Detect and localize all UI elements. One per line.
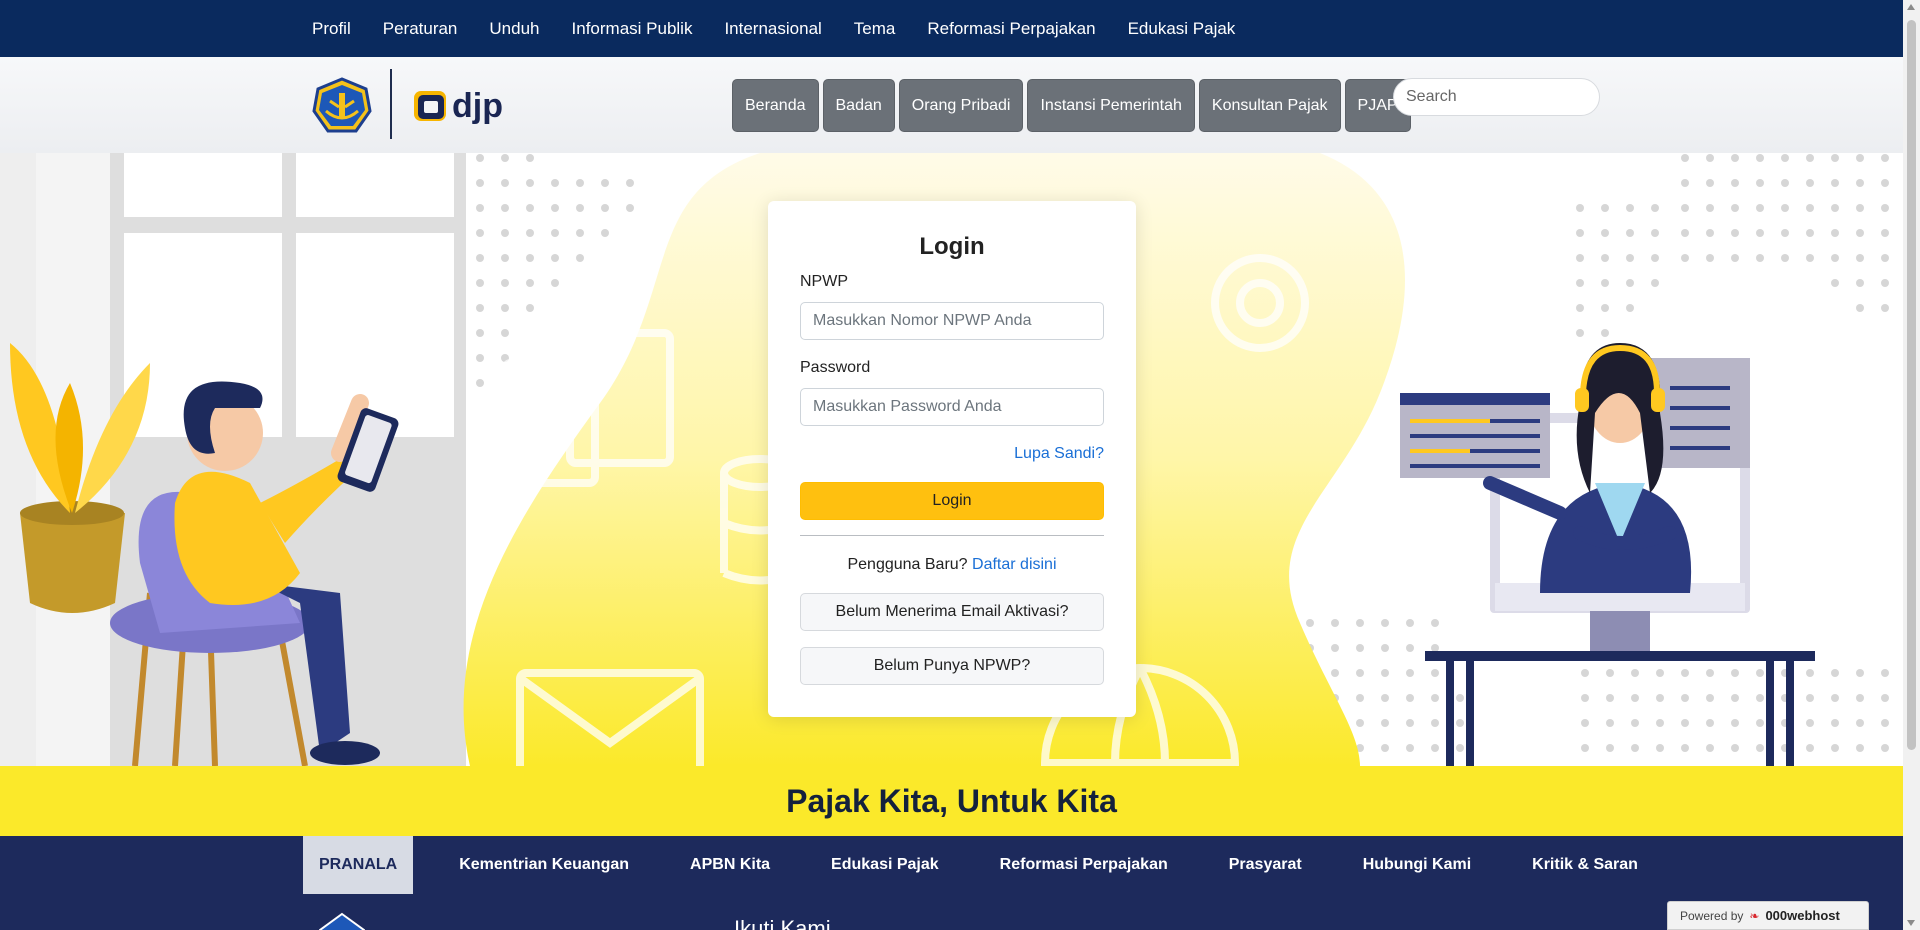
- top-nav-profil[interactable]: Profil: [312, 19, 351, 39]
- top-nav-informasi-publik[interactable]: Informasi Publik: [572, 19, 693, 39]
- powered-by-brand: 000webhost: [1765, 908, 1840, 923]
- new-user-row: Pengguna Baru? Daftar disini: [768, 556, 1136, 574]
- nav-beranda-button[interactable]: Beranda: [732, 79, 819, 132]
- top-navbar: Profil Peraturan Unduh Informasi Publik …: [0, 0, 1903, 57]
- slogan-text: Pajak Kita, Untuk Kita: [786, 782, 1117, 819]
- password-input[interactable]: [800, 388, 1104, 426]
- scrollbar-thumb[interactable]: [1907, 20, 1916, 750]
- npwp-label: NPWP: [800, 273, 848, 290]
- nav-orang-pribadi-button[interactable]: Orang Pribadi: [898, 79, 1024, 132]
- scroll-down-arrow-icon[interactable]: [1907, 920, 1915, 926]
- activation-email-button[interactable]: Belum Menerima Email Aktivasi?: [800, 593, 1104, 631]
- powered-by-text: Powered by: [1680, 908, 1744, 923]
- operator-illustration: [1400, 343, 1815, 766]
- djp-logo-text: djp: [452, 87, 503, 125]
- login-divider: [800, 535, 1104, 536]
- kemenkeu-emblem-icon[interactable]: [312, 77, 372, 137]
- top-nav-peraturan[interactable]: Peraturan: [383, 19, 458, 39]
- npwp-input[interactable]: [800, 302, 1104, 340]
- djp-logo[interactable]: djp: [412, 79, 512, 129]
- login-button[interactable]: Login: [800, 482, 1104, 520]
- page-scrollbar[interactable]: [1903, 0, 1920, 930]
- nav-konsultan-pajak-button[interactable]: Konsultan Pajak: [1198, 79, 1341, 132]
- no-npwp-button[interactable]: Belum Punya NPWP?: [800, 647, 1104, 685]
- footer-pranala-tab[interactable]: PRANALA: [303, 836, 414, 894]
- footer-link-reformasi-perpajakan[interactable]: Reformasi Perpajakan: [1000, 856, 1168, 874]
- register-link[interactable]: Daftar disini: [972, 556, 1056, 573]
- webhost-logo-icon: ❧: [1749, 908, 1760, 923]
- site-header: djp Beranda Badan Orang Pribadi Instansi…: [0, 57, 1903, 153]
- footer-nav: PRANALA Kementrian Keuangan APBN Kita Ed…: [303, 836, 1699, 894]
- footer-link-prasyarat[interactable]: Prasyarat: [1229, 856, 1302, 874]
- top-nav-unduh[interactable]: Unduh: [489, 19, 539, 39]
- footer-emblem-icon: [319, 912, 365, 930]
- footer-link-kritik-saran[interactable]: Kritik & Saran: [1532, 856, 1638, 874]
- top-nav-edukasi-pajak[interactable]: Edukasi Pajak: [1128, 19, 1236, 39]
- header-divider: [390, 69, 392, 139]
- main-nav: Beranda Badan Orang Pribadi Instansi Pem…: [732, 79, 1415, 132]
- footer-link-hubungi-kami[interactable]: Hubungi Kami: [1363, 856, 1471, 874]
- nav-instansi-pemerintah-button[interactable]: Instansi Pemerintah: [1027, 79, 1195, 132]
- login-title: Login: [919, 233, 985, 260]
- slogan-band: Pajak Kita, Untuk Kita: [0, 766, 1903, 836]
- top-nav-list: Profil Peraturan Unduh Informasi Publik …: [312, 0, 1267, 57]
- password-label: Password: [800, 359, 871, 376]
- forgot-password-link[interactable]: Lupa Sandi?: [1014, 445, 1104, 463]
- new-user-text: Pengguna Baru?: [847, 556, 968, 573]
- scroll-up-arrow-icon[interactable]: [1907, 4, 1915, 10]
- search-input[interactable]: [1393, 78, 1600, 116]
- footer-link-edukasi-pajak[interactable]: Edukasi Pajak: [831, 856, 939, 874]
- nav-badan-button[interactable]: Badan: [822, 79, 895, 132]
- powered-by-badge[interactable]: Powered by ❧ 000webhost: [1667, 901, 1869, 930]
- site-footer: PRANALA Kementrian Keuangan APBN Kita Ed…: [0, 836, 1903, 930]
- top-nav-internasional[interactable]: Internasional: [724, 19, 821, 39]
- login-card: Login NPWP Password Lupa Sandi? Login Pe…: [768, 201, 1136, 717]
- footer-link-kementrian-keuangan[interactable]: Kementrian Keuangan: [459, 856, 629, 874]
- footer-link-apbn-kita[interactable]: APBN Kita: [690, 856, 770, 874]
- top-nav-tema[interactable]: Tema: [854, 19, 896, 39]
- top-nav-reformasi-perpajakan[interactable]: Reformasi Perpajakan: [927, 19, 1095, 39]
- follow-us-heading: Ikuti Kami: [734, 916, 831, 930]
